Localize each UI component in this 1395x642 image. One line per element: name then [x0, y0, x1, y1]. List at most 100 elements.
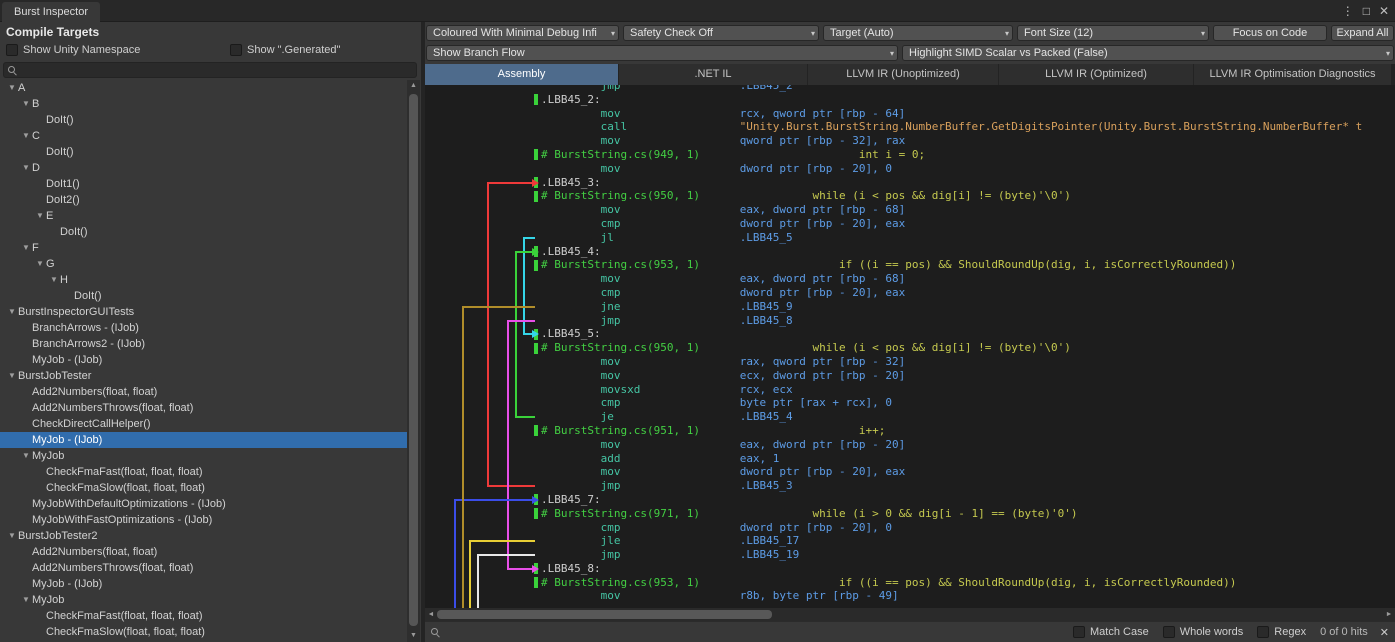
- checkbox[interactable]: [230, 44, 242, 56]
- tree-item[interactable]: ▼H: [0, 272, 407, 288]
- tree-item[interactable]: ▼E: [0, 208, 407, 224]
- checkbox[interactable]: [1163, 626, 1175, 638]
- find-close-icon[interactable]: ✕: [1380, 626, 1389, 639]
- tree-item[interactable]: Add2Numbers(float, float): [0, 544, 407, 560]
- expander-icon[interactable]: ▼: [20, 592, 32, 608]
- code-line: .LBB45_8:: [541, 562, 1395, 576]
- expander-icon[interactable]: ▼: [6, 304, 18, 320]
- safety-check-dropdown[interactable]: Safety Check Off▾: [623, 25, 819, 41]
- maximize-icon[interactable]: □: [1363, 4, 1370, 18]
- expand-all-button[interactable]: Expand All: [1331, 25, 1394, 41]
- tab-label: Assembly: [498, 68, 546, 80]
- tree-item[interactable]: MyJob - (IJob): [0, 352, 407, 368]
- tree-item[interactable]: CheckFmaSlow(float, float, float): [0, 624, 407, 640]
- code-horizontal-scrollbar[interactable]: ◄ ►: [425, 608, 1395, 621]
- debug-info-dropdown[interactable]: Coloured With Minimal Debug Infi▾: [426, 25, 619, 41]
- target-dropdown[interactable]: Target (Auto)▾: [823, 25, 1013, 41]
- code-hscrollbar-thumb[interactable]: [437, 610, 772, 619]
- tree-item[interactable]: CheckFmaFast(float, float, float): [0, 608, 407, 624]
- tree-item[interactable]: DoIt2(): [0, 192, 407, 208]
- code-segment-ins: jmp: [541, 479, 620, 492]
- dropdown-caret-icon: ▾: [1386, 46, 1390, 61]
- expander-icon[interactable]: ▼: [6, 528, 18, 544]
- code-line: cmp dword ptr [rbp - 20], 0: [541, 521, 1395, 535]
- tree-item[interactable]: DoIt(): [0, 144, 407, 160]
- tree-item[interactable]: Add2Numbers(float, float): [0, 384, 407, 400]
- assembly-code-pane[interactable]: jmp .LBB45_2.LBB45_2: mov rcx, qword ptr…: [425, 85, 1395, 608]
- expander-icon[interactable]: ▼: [20, 240, 32, 256]
- tree-item[interactable]: CheckDirectCallHelper(): [0, 416, 407, 432]
- tree-item[interactable]: MyJobWithDefaultOptimizations - (IJob): [0, 496, 407, 512]
- window-tab[interactable]: Burst Inspector: [2, 2, 100, 22]
- scroll-right-icon[interactable]: ►: [1383, 608, 1395, 621]
- code-line: add eax, 1: [541, 452, 1395, 466]
- tab-assembly[interactable]: Assembly: [425, 64, 618, 85]
- tab-llvm-ir-optimisation-diagnostics[interactable]: LLVM IR Optimisation Diagnostics: [1194, 64, 1391, 85]
- tree-item-label: A: [18, 80, 25, 96]
- expander-icon[interactable]: ▼: [6, 80, 18, 96]
- tree-item[interactable]: BranchArrows2 - (IJob): [0, 336, 407, 352]
- tree-item[interactable]: MyJob - (IJob): [0, 576, 407, 592]
- expander-icon[interactable]: ▼: [6, 368, 18, 384]
- code-line: mov eax, dword ptr [rbp - 68]: [541, 272, 1395, 286]
- tree-item[interactable]: ▼MyJob: [0, 592, 407, 608]
- tree-item[interactable]: Add2NumbersThrows(float, float): [0, 560, 407, 576]
- tree-item[interactable]: ▼F: [0, 240, 407, 256]
- tree-item[interactable]: ▼BurstJobTester2: [0, 528, 407, 544]
- simd-highlight-dropdown[interactable]: Highlight SIMD Scalar vs Packed (False)▾: [902, 45, 1394, 61]
- expander-icon[interactable]: ▼: [34, 256, 46, 272]
- tree-item[interactable]: ▼D: [0, 160, 407, 176]
- checkbox[interactable]: [1257, 626, 1269, 638]
- tree-item[interactable]: MyJobWithFastOptimizations - (IJob): [0, 512, 407, 528]
- checkbox-label: Regex: [1274, 626, 1306, 638]
- scroll-down-icon[interactable]: ▼: [407, 630, 420, 642]
- search-icon: [8, 66, 17, 75]
- tree-scrollbar[interactable]: ▲ ▼: [407, 80, 420, 642]
- tree-item-label: DoIt(): [60, 224, 88, 240]
- font-size-dropdown[interactable]: Font Size (12)▾: [1017, 25, 1209, 41]
- expand-all-button-label: Expand All: [1337, 27, 1389, 39]
- tree-item[interactable]: BranchArrows - (IJob): [0, 320, 407, 336]
- tree-item[interactable]: DoIt(): [0, 224, 407, 240]
- toolbar-row-1: Coloured With Minimal Debug Infi▾Safety …: [426, 25, 1394, 42]
- expander-icon[interactable]: ▼: [20, 96, 32, 112]
- menu-icon[interactable]: ⋮: [1342, 4, 1354, 18]
- scroll-up-icon[interactable]: ▲: [407, 80, 420, 92]
- tree-item[interactable]: ▼B: [0, 96, 407, 112]
- branch-flow-arrows: [425, 85, 545, 608]
- compile-targets-search-input[interactable]: [17, 63, 412, 77]
- tree-item[interactable]: Add2NumbersThrows(float, float): [0, 400, 407, 416]
- tab-llvm-ir-optimized[interactable]: LLVM IR (Optimized): [999, 64, 1193, 85]
- close-icon[interactable]: ✕: [1379, 4, 1389, 18]
- expander-icon[interactable]: ▼: [20, 160, 32, 176]
- tree-item[interactable]: CheckFmaFast(float, float, float): [0, 464, 407, 480]
- code-line: cmp byte ptr [rax + rcx], 0: [541, 396, 1395, 410]
- tab-net-il[interactable]: .NET IL: [619, 64, 807, 85]
- tree-scrollbar-thumb[interactable]: [409, 94, 418, 626]
- expander-icon[interactable]: ▼: [34, 208, 46, 224]
- checkbox[interactable]: [6, 44, 18, 56]
- checkbox[interactable]: [1073, 626, 1085, 638]
- expander-icon[interactable]: ▼: [48, 272, 60, 288]
- tree-item[interactable]: ▼MyJob: [0, 448, 407, 464]
- expander-icon[interactable]: ▼: [20, 448, 32, 464]
- tree-item[interactable]: ▼C: [0, 128, 407, 144]
- tab-llvm-ir-unoptimized[interactable]: LLVM IR (Unoptimized): [808, 64, 998, 85]
- tree-item[interactable]: ▼G: [0, 256, 407, 272]
- compile-targets-tree: ▼A▼BDoIt()▼CDoIt()▼DDoIt1()DoIt2()▼EDoIt…: [0, 80, 407, 642]
- compile-targets-search: [3, 62, 417, 78]
- tree-item[interactable]: DoIt1(): [0, 176, 407, 192]
- expander-icon[interactable]: ▼: [20, 128, 32, 144]
- tree-item[interactable]: ▼BurstInspectorGUITests: [0, 304, 407, 320]
- tree-item[interactable]: DoIt(): [0, 112, 407, 128]
- tree-item[interactable]: CheckFmaSlow(float, float, float): [0, 480, 407, 496]
- scroll-left-icon[interactable]: ◄: [425, 608, 437, 621]
- tree-item[interactable]: ▼BurstJobTester: [0, 368, 407, 384]
- tree-item[interactable]: DoIt(): [0, 288, 407, 304]
- tree-item[interactable]: ▼A: [0, 80, 407, 96]
- branch-flow-dropdown[interactable]: Show Branch Flow▾: [426, 45, 898, 61]
- find-input[interactable]: [446, 625, 1067, 640]
- tree-item[interactable]: MyJob - (IJob): [0, 432, 407, 448]
- code-segment-src: while (i > 0 && dig[i - 1] == (byte)'0'): [700, 507, 1078, 520]
- focus-on-code-button[interactable]: Focus on Code: [1213, 25, 1327, 41]
